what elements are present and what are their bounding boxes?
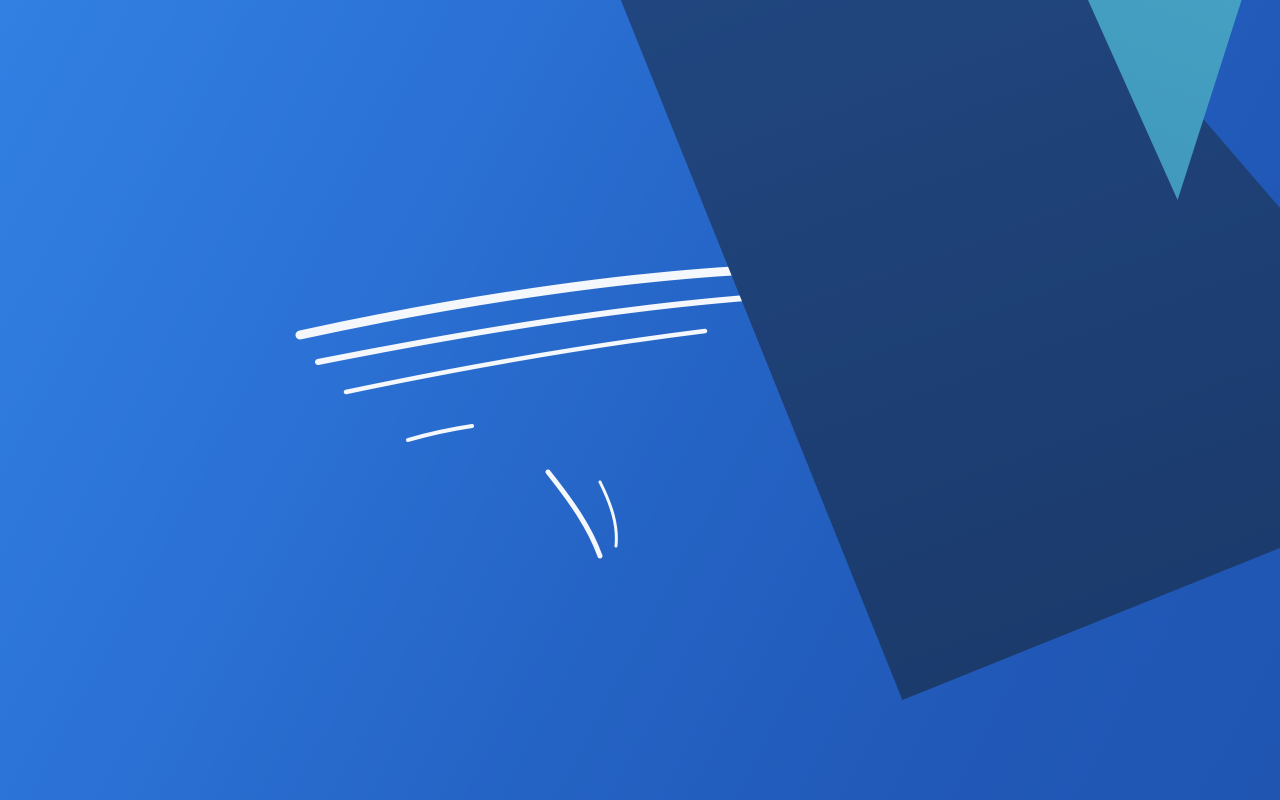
wallpaper (0, 0, 1280, 800)
wallpaper-teal-triangle (0, 0, 1280, 800)
desktop-screen: $_ 1 2 3 4 (0, 0, 1280, 800)
